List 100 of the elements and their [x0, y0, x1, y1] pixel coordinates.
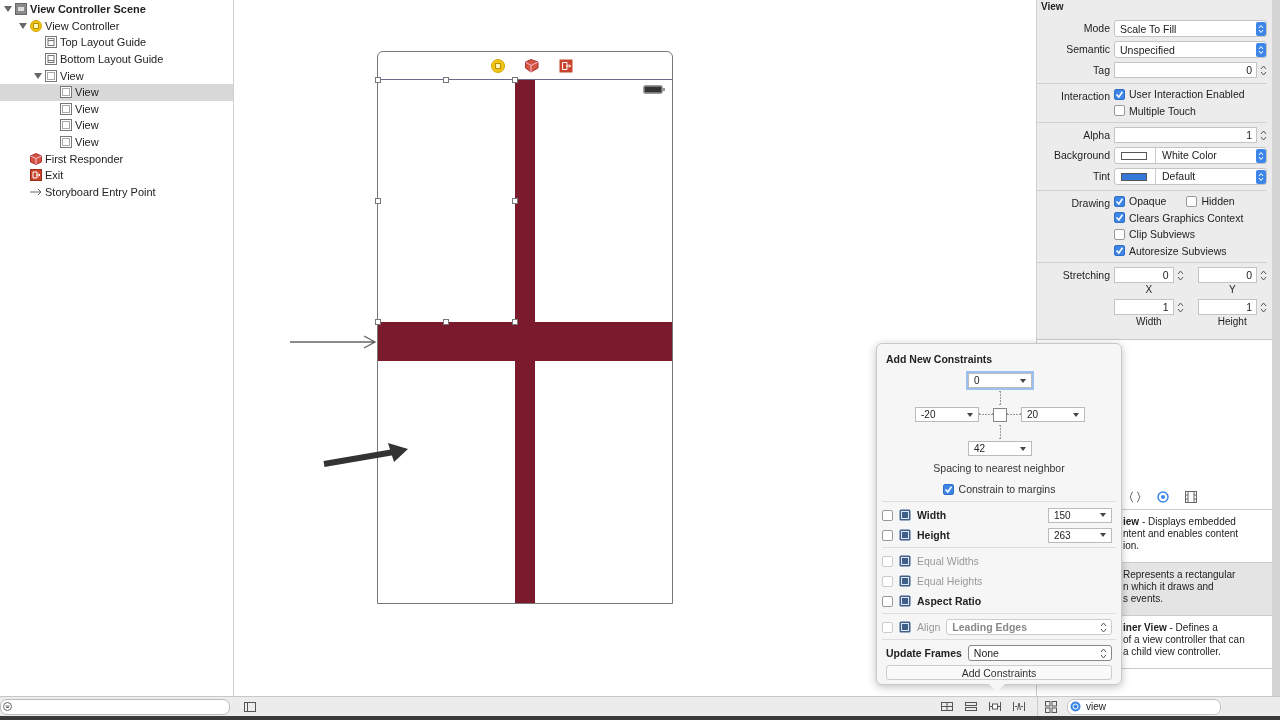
checkbox[interactable] [882, 595, 893, 607]
color-popup[interactable]: Default [1114, 168, 1267, 185]
exit-icon[interactable] [559, 58, 573, 73]
item-label: Bottom Layout Guide [60, 53, 164, 66]
spacing-dropdown[interactable]: 20 [1021, 407, 1085, 422]
stepper-icon[interactable] [1260, 64, 1267, 76]
constraint-label: Equal Heights [917, 575, 983, 587]
disclosure-triangle-icon[interactable] [34, 71, 42, 80]
stepper-icon[interactable] [1260, 269, 1267, 281]
exit-icon [30, 169, 42, 182]
checkbox-label: Autoresize Subviews [1129, 244, 1227, 257]
outline-item[interactable]: View [0, 100, 233, 118]
item-label: View [75, 102, 99, 115]
spacing-dropdown[interactable]: -20 [915, 407, 979, 422]
popup-button[interactable]: Unspecified [1114, 41, 1267, 58]
checkbox[interactable] [882, 529, 893, 541]
resolve-icon[interactable] [1013, 701, 1025, 712]
relation-constraint-icon [899, 575, 911, 587]
field-caption: X [1145, 284, 1153, 295]
number-field[interactable]: 1 [1114, 299, 1174, 315]
relation-constraint-icon [899, 595, 911, 607]
circle-icon[interactable] [1157, 491, 1169, 503]
disclosure-triangle-icon[interactable] [4, 5, 12, 14]
number-field[interactable]: 1 [1197, 299, 1257, 315]
filter-field[interactable] [0, 698, 230, 715]
spacing-dropdown[interactable]: 42 [968, 441, 1032, 456]
sidebar-icon[interactable] [244, 701, 256, 712]
field-label: Drawing [1071, 197, 1110, 209]
outline-item[interactable]: View [0, 83, 233, 101]
size-constraint-icon [899, 529, 911, 541]
checkbox-label: Hidden [1201, 195, 1235, 208]
layout-guide-icon [45, 53, 57, 66]
square-icon [60, 119, 72, 132]
item-label: Storyboard Entry Point [45, 185, 156, 198]
checkbox[interactable] [942, 483, 954, 495]
checkbox[interactable] [1114, 195, 1125, 207]
color-popup[interactable]: White Color [1114, 147, 1267, 164]
outline-item[interactable]: View Controller [0, 17, 233, 35]
checkbox[interactable] [1114, 105, 1125, 117]
field-label: Stretching [1062, 269, 1110, 281]
stepper-icon[interactable] [1176, 269, 1184, 281]
stepper-icon[interactable] [1260, 129, 1267, 141]
constraint-label: Equal Widths [917, 555, 979, 567]
outline-item[interactable]: Bottom Layout Guide [0, 50, 233, 68]
item-label: First Responder [45, 152, 124, 165]
disclosure-triangle-icon[interactable] [19, 21, 27, 30]
checkbox[interactable] [1114, 212, 1125, 224]
battery-icon [643, 85, 665, 94]
stepper-icon[interactable] [1176, 301, 1184, 313]
add-constraints-button[interactable]: Add Constraints [886, 665, 1112, 680]
checkbox[interactable] [882, 509, 893, 521]
selection-handles-drawing[interactable] [375, 77, 518, 325]
outline-item[interactable]: View [0, 133, 233, 151]
field-label: Semantic [1066, 43, 1110, 55]
object-filter-field[interactable]: view [1067, 698, 1221, 715]
spacing-label: Spacing to nearest neighbor [932, 462, 1066, 474]
circle-icon[interactable] [491, 58, 505, 73]
spacing-dropdown[interactable]: 0 [968, 373, 1032, 388]
value-dropdown[interactable]: 263 [1048, 527, 1112, 543]
checkbox-label: Constrain to margins [958, 483, 1056, 495]
checkbox[interactable] [1114, 88, 1125, 100]
align-icon [899, 621, 911, 633]
number-field[interactable]: 1 [1114, 127, 1257, 143]
number-field[interactable]: 0 [1114, 267, 1174, 283]
constraint-label: Aspect Ratio [917, 595, 982, 607]
relation-constraint-icon [899, 555, 911, 567]
item-label: View Controller [45, 19, 120, 32]
outline-item[interactable]: View [0, 67, 233, 84]
update-frames-label: Update Frames [886, 647, 962, 659]
outline-item[interactable]: Top Layout Guide [0, 34, 233, 51]
checkbox-label: User Interaction Enabled [1129, 88, 1245, 101]
checkbox[interactable] [1114, 228, 1125, 240]
popup-button[interactable]: Scale To Fill [1114, 20, 1267, 37]
value-dropdown[interactable]: 150 [1048, 507, 1112, 523]
film-strip-icon[interactable] [1185, 491, 1197, 503]
update-frames-popup[interactable]: None [967, 645, 1112, 661]
square-icon [45, 69, 57, 82]
outline-item[interactable]: Exit [0, 166, 233, 184]
outline-item[interactable]: First Responder [0, 150, 233, 167]
cube-icon[interactable] [525, 58, 539, 73]
stack-icon[interactable] [941, 701, 953, 712]
checkbox[interactable] [1186, 195, 1198, 207]
stepper-icon[interactable] [1260, 301, 1267, 313]
braces-icon[interactable] [1129, 491, 1141, 503]
number-field[interactable]: 0 [1114, 62, 1257, 78]
strut-icon[interactable] [1007, 413, 1021, 416]
grid-icon[interactable] [1045, 700, 1057, 713]
checkbox[interactable] [1114, 245, 1125, 257]
strut-icon[interactable] [979, 413, 993, 416]
field-caption: Y [1228, 284, 1236, 295]
pin-icon[interactable] [989, 701, 1001, 712]
stack-icon[interactable] [965, 701, 977, 712]
field-label: Background [1053, 149, 1110, 161]
number-field[interactable]: 0 [1197, 267, 1257, 283]
outline-item[interactable]: View Controller Scene [0, 1, 233, 18]
strut-icon[interactable] [998, 390, 1002, 405]
outline-item[interactable]: Storyboard Entry Point [0, 183, 233, 201]
caret-icon [1073, 412, 1079, 417]
strut-icon[interactable] [998, 424, 1002, 439]
outline-item[interactable]: View [0, 117, 233, 134]
